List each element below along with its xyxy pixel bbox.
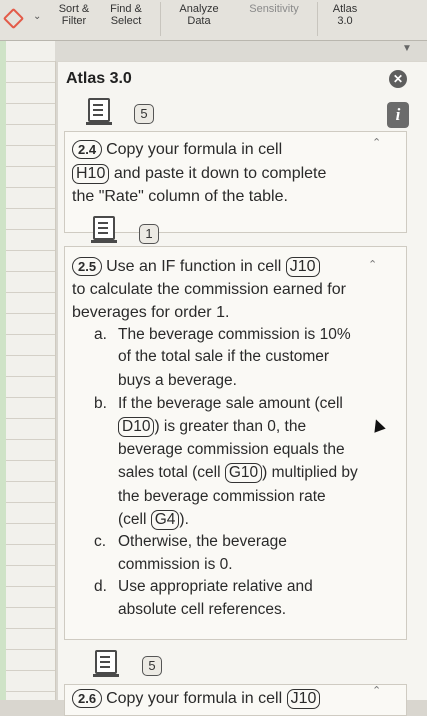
count-badge: 5 (142, 656, 162, 676)
ribbon-divider (160, 2, 161, 36)
task-2-4-line-1: 2.4 Copy your formula in cell (72, 139, 282, 161)
count-badge: 1 (139, 224, 159, 244)
info-button[interactable]: i (387, 102, 409, 128)
cell-reference[interactable]: H10 (72, 164, 110, 184)
document-icon[interactable] (88, 98, 110, 122)
pane-header-bar (55, 41, 427, 61)
fill-color-icon[interactable] (2, 7, 25, 30)
list-item-c: c. Otherwise, the beverage commission is… (94, 533, 287, 573)
document-icon-base (86, 122, 112, 125)
document-icon-base (93, 674, 119, 677)
count-badge: 5 (134, 104, 154, 124)
ribbon-divider (317, 2, 318, 36)
cell-reference[interactable]: J10 (286, 689, 321, 709)
atlas-button[interactable]: Atlas 3.0 (328, 3, 362, 27)
task-2-4-line-2: H10 and paste it down to complete (72, 163, 326, 185)
list-item-a: a. The beverage commission is 10% of the… (94, 326, 351, 389)
selected-column-highlight (0, 41, 6, 700)
task-2-6-line-1: 2.6 Copy your formula in cell J10 (72, 688, 321, 710)
analyze-data-button[interactable]: Analyze Data (175, 3, 223, 27)
find-select-button[interactable]: Find & Select (106, 3, 146, 27)
task-2-5-line-1: 2.5 Use an IF function in cell J10 (72, 256, 320, 278)
cell-reference[interactable]: J10 (285, 257, 320, 277)
step-number: 2.5 (72, 257, 103, 276)
cell-reference[interactable]: G10 (224, 463, 263, 483)
spreadsheet-grid[interactable] (0, 41, 56, 700)
document-icon-base (91, 240, 117, 243)
document-icon[interactable] (93, 216, 115, 240)
chevron-down-icon[interactable]: ⌄ (33, 11, 41, 22)
list-item-b: b. If the beverage sale amount (cell D10… (94, 395, 358, 530)
step-number: 2.6 (72, 689, 103, 708)
sort-filter-button[interactable]: Sort & Filter (55, 3, 93, 27)
task-2-5-line-2: to calculate the commission earned for (72, 281, 346, 298)
cell-reference[interactable]: G4 (150, 510, 180, 530)
document-icon[interactable] (95, 650, 117, 674)
close-icon[interactable]: ✕ (389, 70, 407, 88)
dropdown-arrow-icon[interactable]: ▼ (402, 43, 412, 54)
sensitivity-button[interactable]: Sensitivity (244, 3, 304, 15)
step-number: 2.4 (72, 140, 103, 159)
ribbon: ⌄ Sort & Filter Find & Select Analyze Data … (0, 0, 427, 41)
collapse-caret-icon[interactable]: ⌃ (372, 136, 381, 149)
cell-reference[interactable]: D10 (118, 417, 155, 437)
collapse-caret-icon[interactable]: ⌃ (372, 684, 381, 697)
collapse-caret-icon[interactable]: ⌃ (368, 258, 377, 271)
list-item-d: d. Use appropriate relative and absolute… (94, 578, 313, 618)
pane-title: Atlas 3.0 (66, 70, 132, 87)
task-2-4-line-3: the "Rate" column of the table. (72, 188, 288, 205)
task-2-5-line-3: beverages for order 1. (72, 304, 230, 321)
